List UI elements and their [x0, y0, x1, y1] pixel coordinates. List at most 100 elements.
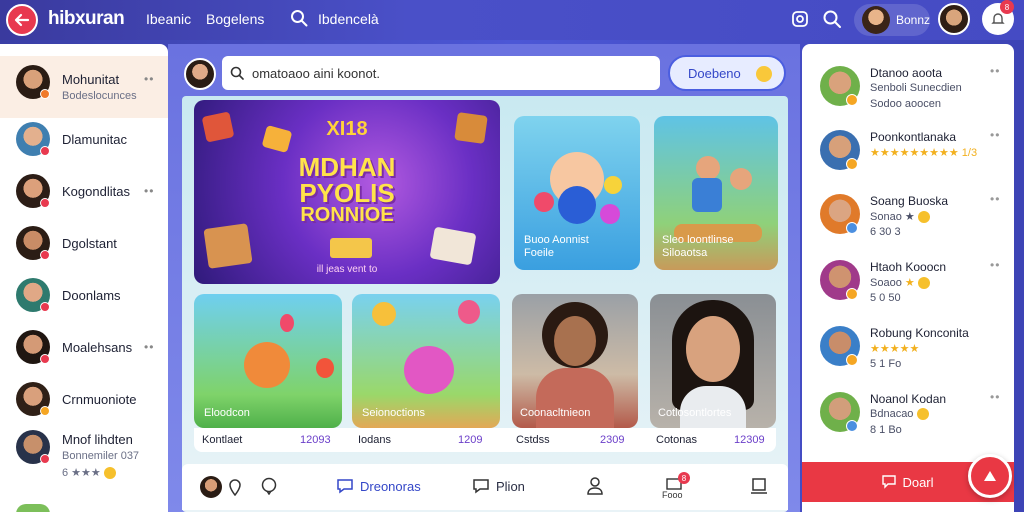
balloon-icon: [534, 192, 554, 212]
more-icon[interactable]: ••: [144, 184, 154, 198]
nav-link-2[interactable]: Bogelens: [206, 11, 264, 27]
sidebar-item[interactable]: Crnmuoniote: [0, 374, 168, 426]
list-item[interactable]: Htaoh Kooocn Soaoo ★ 5 0 50 ••: [802, 256, 1014, 320]
card-caption: Cotlosontlortes: [658, 407, 732, 419]
card-caption: Seionoctions: [362, 407, 425, 419]
status-badge: [846, 354, 858, 366]
top-action-button[interactable]: Doebeno: [668, 55, 786, 91]
game-card[interactable]: Eloodcon: [194, 294, 342, 428]
pin-tab-label: Plion: [496, 478, 525, 494]
stat-value: 1209: [458, 434, 483, 446]
list-item-name: Robung Konconita: [870, 326, 969, 340]
stat-label: Iodans: [358, 434, 392, 446]
search-icon[interactable]: [290, 9, 308, 27]
chat-tab-label: Dreonoras: [360, 478, 421, 494]
game-card[interactable]: Sleo loontlinse Siloaotsa: [654, 116, 778, 270]
sidebar-item[interactable]: Kogondlitas ••: [0, 166, 168, 218]
list-item[interactable]: Soang Buoska Sonao ★ 6 30 3 ••: [802, 190, 1014, 254]
search-input[interactable]: omatoaoo aini koonot.: [222, 56, 660, 90]
person-icon[interactable]: [586, 476, 604, 496]
my-avatar[interactable]: [184, 58, 216, 90]
list-item[interactable]: Noanol Kodan Bdnacao 8 1 Bo ••: [802, 388, 1014, 452]
list-item-sub: Soaoo ★: [870, 276, 930, 290]
inbox-count-badge: 8: [678, 472, 690, 484]
sidebar-item[interactable]: Dgolstant: [0, 218, 168, 270]
smile-icon: [917, 277, 930, 290]
card-caption: Sleo loontlinse Siloaotsa: [662, 234, 734, 259]
search-link[interactable]: Ibdencelà: [318, 11, 379, 27]
hero-title-line1: XI18: [326, 118, 368, 140]
more-icon[interactable]: ••: [144, 340, 154, 354]
inbox-tab[interactable]: Fooo 8: [662, 472, 690, 502]
avatar[interactable]: [200, 476, 222, 498]
top-bar: hibxuran Ibeanic Bogelens Ibdencelà Bonn…: [0, 0, 1024, 40]
sidebar-item[interactable]: Mohunitat Bodeslocunces ••: [0, 56, 168, 118]
sidebar-item[interactable]: Mnof lihdten Bonnemiler 037 6 ★★★: [0, 422, 168, 492]
photo-card[interactable]: Coonacltnieon: [512, 294, 638, 428]
search-icon[interactable]: [822, 9, 842, 29]
status-badge: [846, 420, 858, 432]
hero-title-line4: RONNIOE: [300, 204, 394, 226]
balloon-icon: [604, 176, 622, 194]
stat-value: 12309: [734, 434, 765, 446]
contact-name: Mohunitat: [62, 72, 120, 87]
contact-name: Doonlams: [62, 288, 121, 303]
feed-panel: XI18 MDHAN PYOLIS RONNIOE ill jeas vent …: [182, 96, 788, 512]
status-badge: [40, 146, 50, 156]
character-illustration: [730, 168, 752, 190]
game-tile-icon: [429, 226, 477, 266]
list-item-sub2: 8 1 Bo: [870, 424, 902, 436]
bottom-toolbar: Dreonoras Plion Fooo 8: [182, 464, 788, 510]
balloon-icon: [280, 314, 294, 332]
window-icon[interactable]: [750, 477, 768, 495]
character-illustration: [558, 186, 596, 224]
contact-name: Dlamunitac: [62, 132, 128, 147]
game-card[interactable]: Seionoctions: [352, 294, 500, 428]
more-icon[interactable]: ••: [990, 258, 1000, 272]
list-item[interactable]: Robung Konconita ★★★★★ 5 1 Fo: [802, 322, 1014, 386]
list-item[interactable]: Dtanoo aoota Senboli Sunecdien Sodoo aoo…: [802, 62, 1014, 126]
status-badge: [40, 354, 50, 364]
status-badge: [40, 406, 50, 416]
hero-game-card[interactable]: XI18 MDHAN PYOLIS RONNIOE ill jeas vent …: [194, 100, 500, 284]
card-caption: Buoo Aonnist Foeile: [524, 234, 589, 259]
status-badge: [846, 222, 858, 234]
activity-sidebar: Dtanoo aoota Senboli Sunecdien Sodoo aoo…: [802, 44, 1014, 512]
contacts-sidebar: Mohunitat Bodeslocunces •• Dlamunitac Ko…: [0, 44, 168, 512]
list-item[interactable]: Poonkontlanaka ★★★★★★★★★ 1/3 ••: [802, 126, 1014, 190]
person-photo: [686, 316, 740, 382]
message-icon: [473, 479, 489, 494]
pin-tab[interactable]: Plion: [472, 478, 525, 494]
floating-action-button[interactable]: [968, 454, 1012, 498]
sidebar-item[interactable]: Dlamunitac: [0, 114, 168, 166]
sidebar-item[interactable]: Moalehsans ••: [0, 322, 168, 374]
app-brand[interactable]: hibxuran: [48, 8, 125, 30]
sidebar-item[interactable]: Doonlams: [0, 270, 168, 322]
card-caption: Eloodcon: [204, 407, 250, 419]
person-photo: [554, 316, 596, 366]
top-action-label: Doebeno: [688, 65, 741, 81]
stat-label: Cotonas: [656, 434, 697, 446]
balloon-icon: [316, 358, 334, 378]
chat-bubble-icon[interactable]: [260, 477, 278, 495]
more-icon[interactable]: ••: [990, 192, 1000, 206]
chat-tab[interactable]: Dreonoras: [336, 478, 421, 494]
photo-card[interactable]: Cotlosontlortes: [650, 294, 776, 428]
back-button[interactable]: [6, 4, 38, 36]
game-card[interactable]: Buoo Aonnist Foeile: [514, 116, 640, 270]
more-icon[interactable]: ••: [990, 390, 1000, 404]
settings-icon[interactable]: [790, 9, 810, 29]
user-chip[interactable]: Bonnz: [854, 4, 930, 36]
avatar: [16, 504, 50, 512]
message-icon: [337, 479, 353, 494]
search-placeholder: omatoaoo aini koonot.: [252, 65, 380, 81]
cta-label: Doarl: [902, 474, 934, 490]
nav-link-1[interactable]: Ibeanic: [146, 11, 191, 27]
more-icon[interactable]: ••: [990, 128, 1000, 142]
status-badge: [846, 288, 858, 300]
more-icon[interactable]: ••: [144, 72, 154, 86]
character-illustration: [696, 156, 720, 180]
profile-avatar[interactable]: [938, 3, 970, 35]
more-icon[interactable]: ••: [990, 64, 1000, 78]
location-pin-icon[interactable]: [228, 478, 242, 496]
